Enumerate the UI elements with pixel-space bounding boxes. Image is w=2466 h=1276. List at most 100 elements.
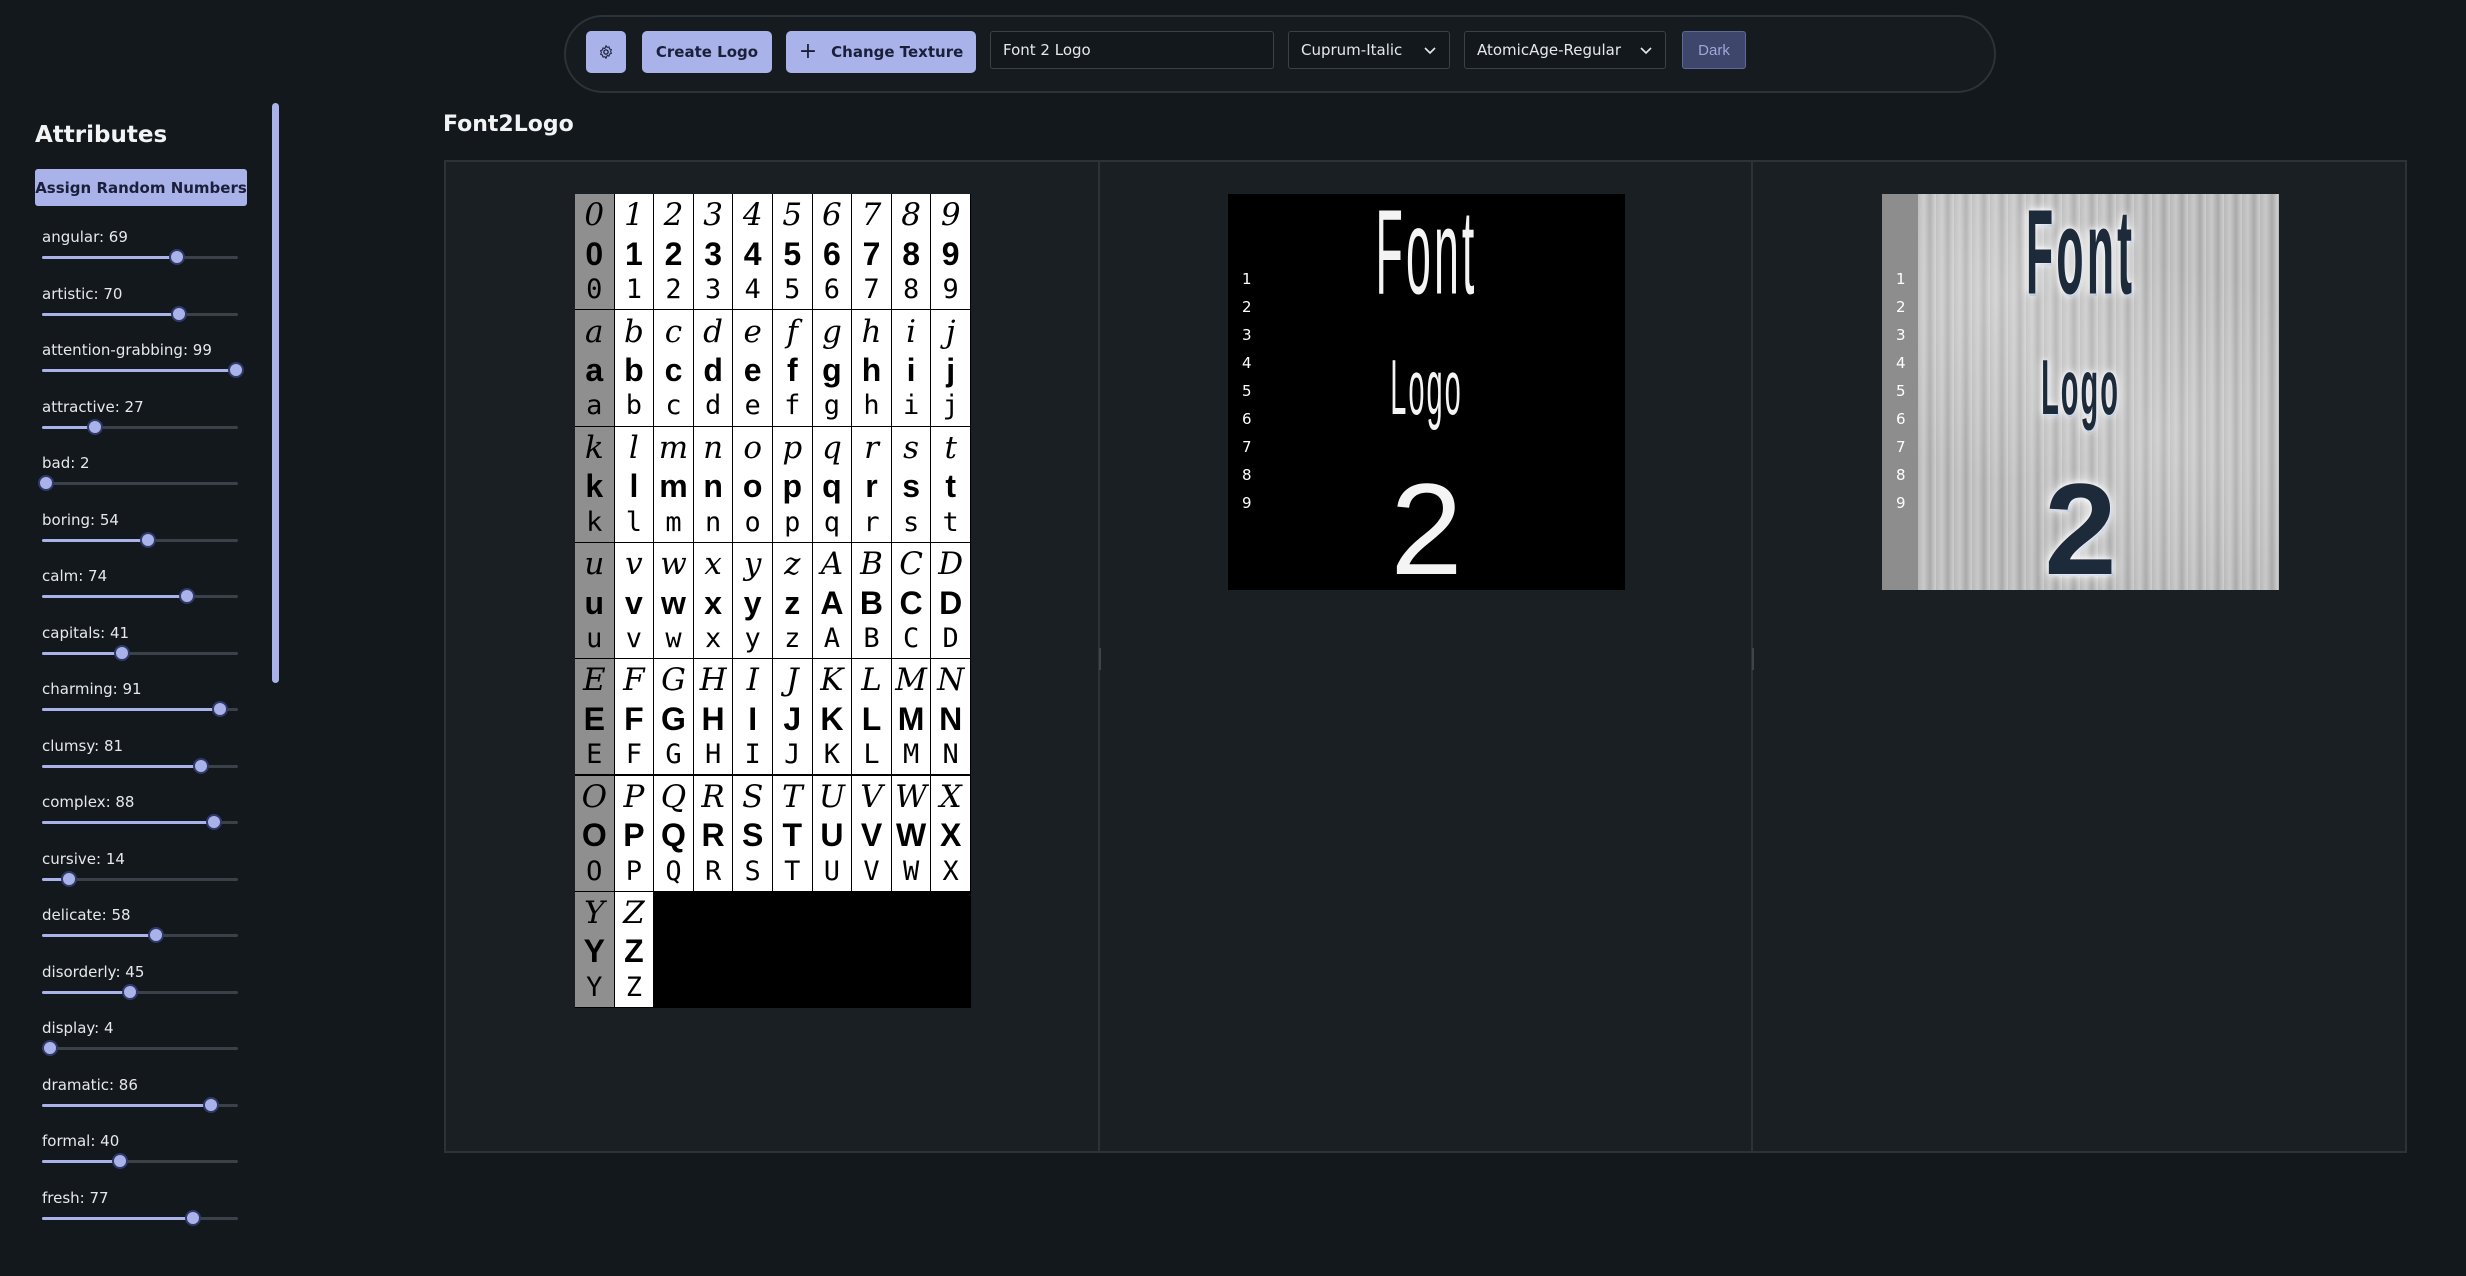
glyph-sample: 4 xyxy=(744,274,761,306)
glyph-sample: u xyxy=(586,622,603,654)
glyph-sample: A xyxy=(820,546,844,583)
attribute-slider[interactable] xyxy=(41,1040,238,1056)
glyph-sample: 8 xyxy=(902,274,920,306)
slider-thumb[interactable] xyxy=(114,644,131,661)
glyph-sample: p xyxy=(782,429,803,466)
slider-thumb[interactable] xyxy=(202,1096,219,1113)
slider-thumb[interactable] xyxy=(184,1209,201,1226)
glyph-cell: www xyxy=(654,542,693,659)
resize-handle[interactable] xyxy=(1752,648,1754,670)
chevron-down-icon xyxy=(1640,47,1652,55)
glyph-cell: lll xyxy=(614,426,654,542)
attribute-slider[interactable] xyxy=(37,475,238,491)
glyph-cell: ZZZ xyxy=(614,891,654,1008)
slider-thumb[interactable] xyxy=(192,757,209,774)
attribute-slider[interactable] xyxy=(42,1153,238,1169)
attribute-slider[interactable] xyxy=(42,249,238,265)
glyph-sample: Y xyxy=(586,971,603,1003)
theme-toggle-button[interactable]: Dark xyxy=(1682,31,1746,69)
attribute-slider[interactable] xyxy=(42,362,245,378)
glyph-sample: X xyxy=(939,778,962,815)
slider-thumb[interactable] xyxy=(206,814,223,830)
attribute-slider[interactable] xyxy=(42,644,238,661)
settings-button[interactable] xyxy=(586,31,626,73)
attribute-label: formal: 40 xyxy=(42,1132,120,1150)
slider-thumb[interactable] xyxy=(86,418,103,435)
slider-thumb[interactable] xyxy=(139,531,156,548)
glyph-sample: 6 xyxy=(822,235,841,272)
glyph-sample: W xyxy=(895,778,928,815)
slider-fill xyxy=(42,764,201,768)
slider-fill xyxy=(42,312,180,316)
attribute-slider[interactable] xyxy=(42,305,238,322)
glyph-cell: aaa xyxy=(575,310,614,426)
attribute-slider[interactable] xyxy=(42,983,238,1000)
slider-thumb[interactable] xyxy=(171,305,188,322)
glyph-grid: 000111222333444555666777888999aaabbbcccd… xyxy=(575,194,971,1008)
number-item: 4 xyxy=(1242,354,1252,372)
glyph-sample: N xyxy=(939,700,963,737)
attribute-slider[interactable] xyxy=(42,1209,238,1226)
attribute-slider[interactable] xyxy=(42,757,238,774)
slider-thumb[interactable] xyxy=(169,249,186,265)
resize-handle[interactable] xyxy=(1099,648,1101,670)
slider-thumb[interactable] xyxy=(112,1153,129,1169)
attribute-label: cursive: 14 xyxy=(42,849,125,868)
slider-thumb[interactable] xyxy=(122,983,139,1000)
glyph-sample: B xyxy=(859,584,884,621)
assign-random-numbers-button[interactable]: Assign Random Numbers xyxy=(35,169,247,206)
attribute-slider[interactable] xyxy=(42,531,238,548)
slider-thumb[interactable] xyxy=(212,701,229,717)
slider-thumb[interactable] xyxy=(61,870,78,887)
glyph-sample: 5 xyxy=(784,274,801,306)
glyph-sample: S xyxy=(742,778,764,815)
attribute-label: dramatic: 86 xyxy=(42,1075,138,1094)
glyph-sample: l xyxy=(628,429,639,466)
font1-select[interactable]: Cuprum-Italic xyxy=(1288,31,1450,69)
glyph-sample: I xyxy=(744,739,761,771)
slider-thumb[interactable] xyxy=(37,475,54,491)
glyph-cell: iii xyxy=(891,310,931,426)
attribute-slider[interactable] xyxy=(42,927,238,943)
glyph-sample: L xyxy=(863,739,880,771)
attribute-slider[interactable] xyxy=(42,1096,238,1113)
glyph-sample: M xyxy=(895,662,927,699)
slider-thumb[interactable] xyxy=(179,588,196,604)
slider-fill xyxy=(42,538,148,542)
glyph-cell: sss xyxy=(891,426,931,542)
gear-icon xyxy=(600,45,612,59)
slider-thumb[interactable] xyxy=(41,1040,58,1056)
create-logo-button[interactable]: Create Logo xyxy=(642,31,772,73)
attribute-slider[interactable] xyxy=(42,814,238,830)
attribute-slider[interactable] xyxy=(42,870,238,887)
logo-text-input[interactable] xyxy=(990,31,1274,69)
glyph-sample: 2 xyxy=(665,274,682,306)
glyph-sample: s xyxy=(902,468,920,505)
glyph-sample: 4 xyxy=(742,197,763,234)
glyph-sample: K xyxy=(820,662,844,699)
attribute-slider[interactable] xyxy=(42,588,238,604)
attribute-slider[interactable] xyxy=(42,418,238,435)
glyph-sample: k xyxy=(584,429,604,466)
glyph-cell: qqq xyxy=(812,426,852,542)
glyph-cell: EEE xyxy=(575,659,614,775)
glyph-sample: g xyxy=(823,390,841,422)
glyph-sample: T xyxy=(781,778,803,815)
glyph-sample: H xyxy=(701,700,725,737)
sidebar-scrollbar[interactable] xyxy=(272,103,279,683)
number-item: 5 xyxy=(1896,382,1906,400)
slider-thumb[interactable] xyxy=(147,927,164,943)
glyph-sample: s xyxy=(903,429,920,466)
change-texture-button[interactable]: + Change Texture xyxy=(786,31,976,73)
glyph-sample: j xyxy=(945,313,956,350)
glyph-cell: nnn xyxy=(693,426,733,542)
attribute-display: display: 4 xyxy=(41,1019,238,1075)
font2-select[interactable]: AtomicAge-Regular xyxy=(1464,31,1666,69)
glyph-sample: 0 xyxy=(586,274,603,306)
slider-thumb[interactable] xyxy=(228,362,245,378)
glyph-sample: j xyxy=(942,390,959,422)
attribute-slider[interactable] xyxy=(42,701,238,717)
glyph-sample: N xyxy=(937,662,965,699)
glyph-sample: F xyxy=(625,739,643,771)
glyph-sample: m xyxy=(665,506,682,538)
